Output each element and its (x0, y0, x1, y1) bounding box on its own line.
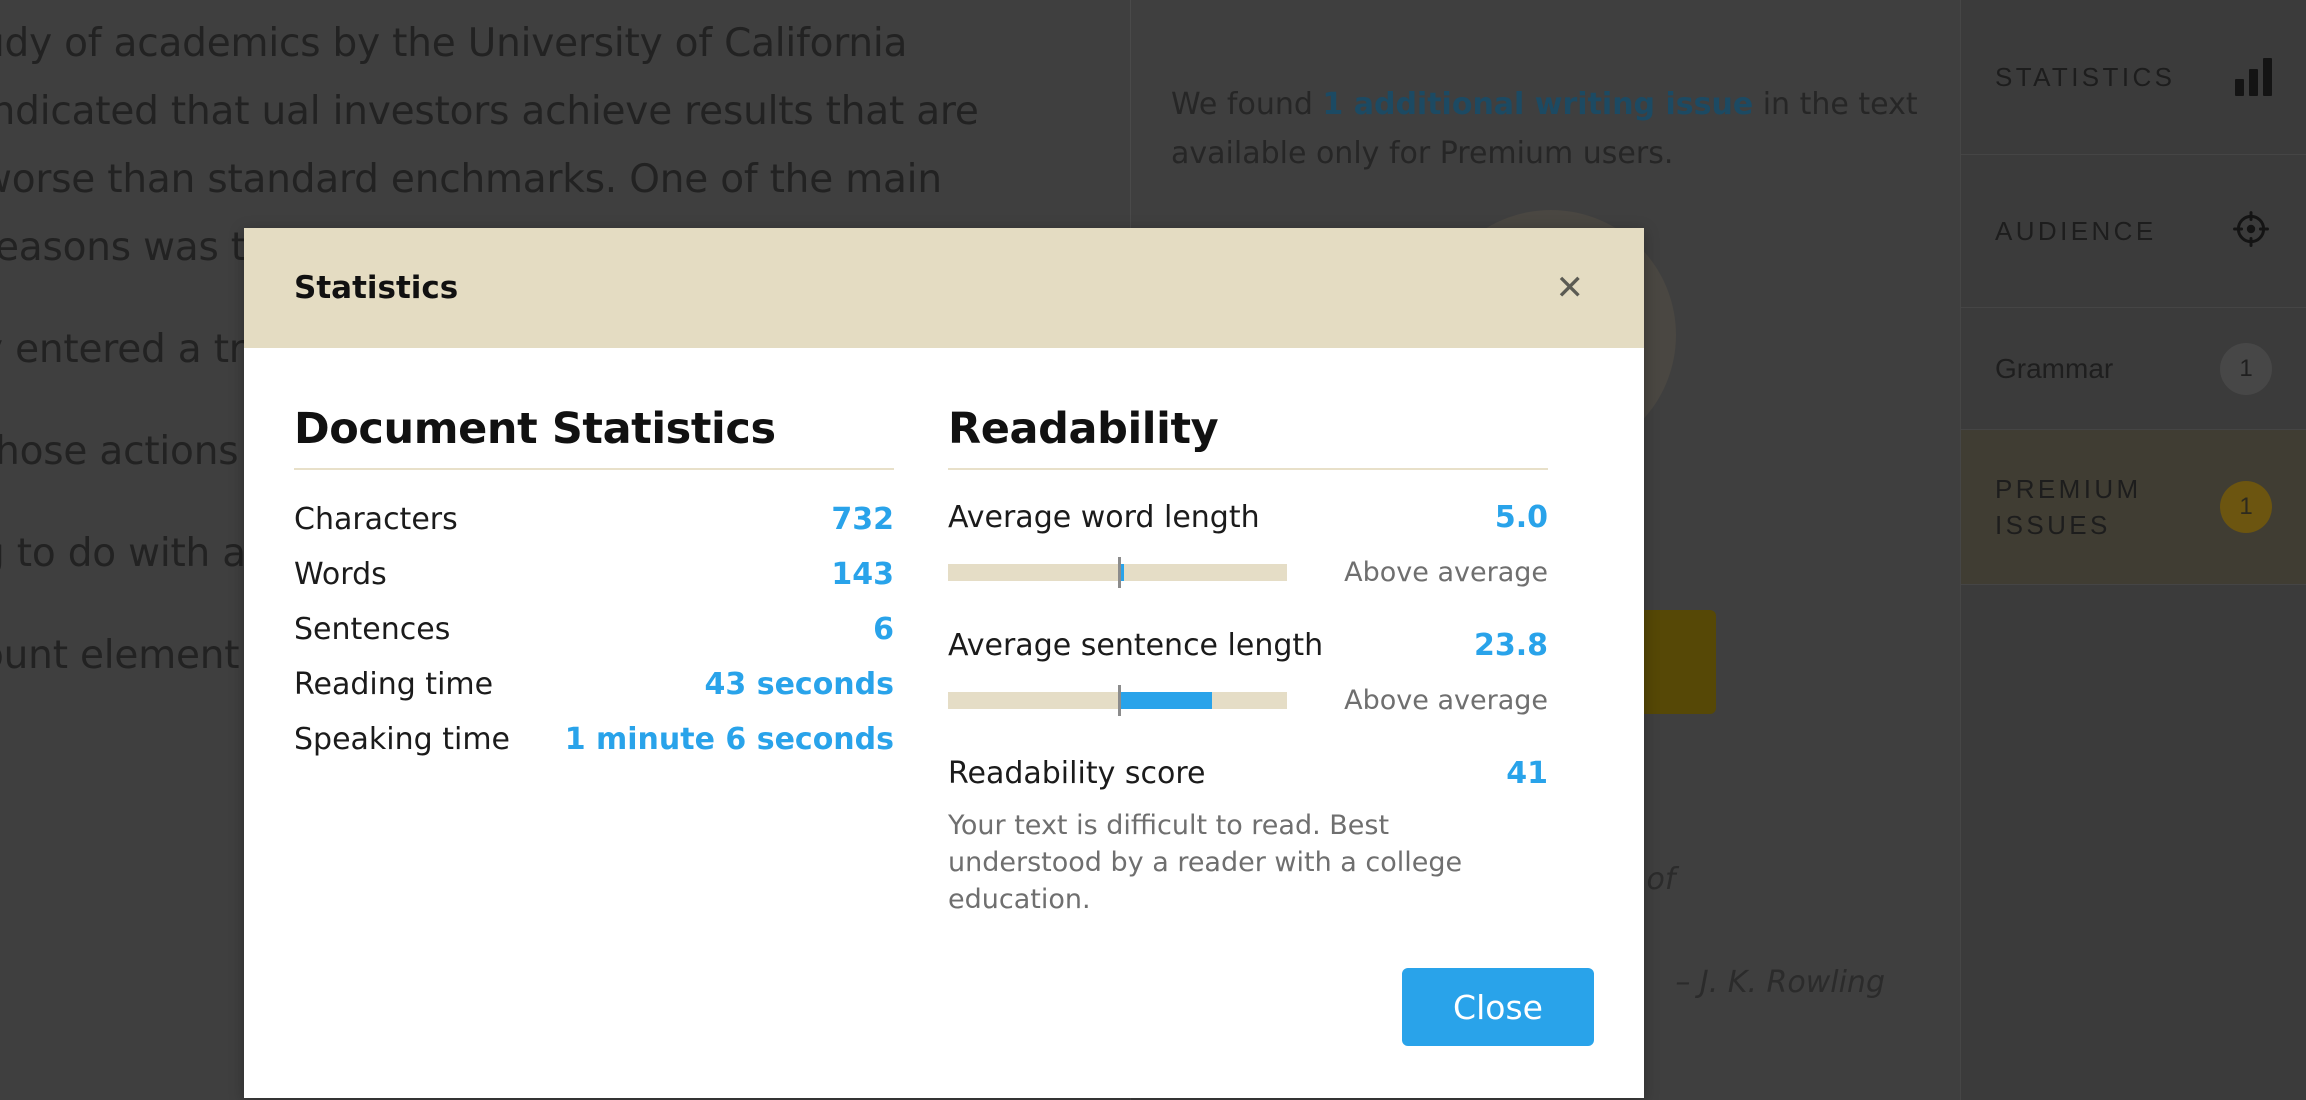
readability-section: Readability Average word length 5.0 Abov… (948, 404, 1548, 928)
readability-score: Readability score 41 Your text is diffic… (948, 726, 1548, 928)
sidebar-item-premium-issues[interactable]: PREMIUM ISSUES 1 (1961, 430, 2306, 585)
premium-issue-note: We found 1 additional writing issue in t… (1171, 80, 1931, 178)
metric-value: 5.0 (1494, 500, 1548, 535)
stat-label: Characters (294, 502, 458, 537)
modal-header: Statistics ✕ (244, 228, 1644, 348)
meter-fill (1117, 692, 1213, 709)
stat-value: 1 minute 6 seconds (564, 722, 894, 757)
stat-value: 6 (873, 612, 894, 647)
score-description: Your text is difficult to read. Best und… (948, 810, 1463, 915)
statistics-modal: Statistics ✕ Document Statistics Charact… (244, 228, 1644, 1098)
metric-note: Above average (1344, 557, 1548, 588)
right-sidebar: STATISTICS AUDIENCE Grammar 1 PREMIUM IS… (1960, 0, 2306, 1100)
stat-value: 43 seconds (704, 667, 894, 702)
target-icon (2230, 208, 2272, 255)
score-value: 41 (1506, 756, 1548, 791)
document-statistics-section: Document Statistics Characters 732 Words… (294, 404, 894, 928)
score-label: Readability score (948, 756, 1206, 791)
readability-metric-sentence-length: Average sentence length 23.8 Above avera… (948, 598, 1548, 726)
sidebar-item-label: STATISTICS (1995, 62, 2176, 92)
stat-label: Words (294, 557, 387, 592)
stat-value: 732 (831, 502, 894, 537)
grammar-issue-badge: 1 (2220, 342, 2272, 395)
close-icon[interactable]: ✕ (1546, 265, 1595, 311)
stat-label: Sentences (294, 612, 451, 647)
metric-value: 23.8 (1473, 628, 1548, 663)
stat-row: Sentences 6 (294, 602, 894, 657)
metric-meter (948, 557, 1287, 588)
meter-average-tick (1117, 685, 1121, 716)
stat-label: Speaking time (294, 722, 511, 757)
stat-label: Reading time (294, 667, 494, 702)
sidebar-item-audience[interactable]: AUDIENCE (1961, 155, 2306, 308)
premium-issue-badge: 1 (2220, 481, 2272, 533)
readability-metric-word-length: Average word length 5.0 Above average (948, 492, 1548, 598)
meter-average-tick (1117, 557, 1121, 588)
metric-meter (948, 685, 1287, 716)
modal-footer: Close (244, 928, 1644, 1098)
sidebar-item-label: Grammar (1995, 352, 2114, 384)
section-heading: Readability (948, 404, 1219, 454)
section-rule (294, 468, 894, 470)
section-heading: Document Statistics (294, 404, 776, 454)
sidebar-item-label: PREMIUM ISSUES (1995, 474, 2142, 540)
modal-title: Statistics (294, 270, 459, 306)
stat-row: Characters 732 (294, 492, 894, 547)
sidebar-item-statistics[interactable]: STATISTICS (1961, 0, 2306, 155)
sidebar-item-grammar[interactable]: Grammar 1 (1961, 308, 2306, 430)
bar-chart-icon (2235, 58, 2272, 96)
sidebar-item-label: AUDIENCE (1995, 216, 2157, 246)
premium-note-highlight[interactable]: 1 additional writing issue (1322, 87, 1753, 122)
stat-value: 143 (831, 557, 894, 592)
stat-row: Reading time 43 seconds (294, 657, 894, 712)
premium-note-prefix: We found (1171, 87, 1323, 122)
section-rule (948, 468, 1548, 470)
metric-note: Above average (1344, 685, 1548, 716)
metric-label: Average sentence length (948, 628, 1324, 663)
modal-body: Document Statistics Characters 732 Words… (244, 348, 1644, 928)
app-root: udy of academics by the University of Ca… (0, 0, 2306, 1100)
close-button[interactable]: Close (1402, 968, 1594, 1046)
stat-row: Words 143 (294, 547, 894, 602)
metric-label: Average word length (948, 500, 1260, 535)
stat-row: Speaking time 1 minute 6 seconds (294, 712, 894, 767)
